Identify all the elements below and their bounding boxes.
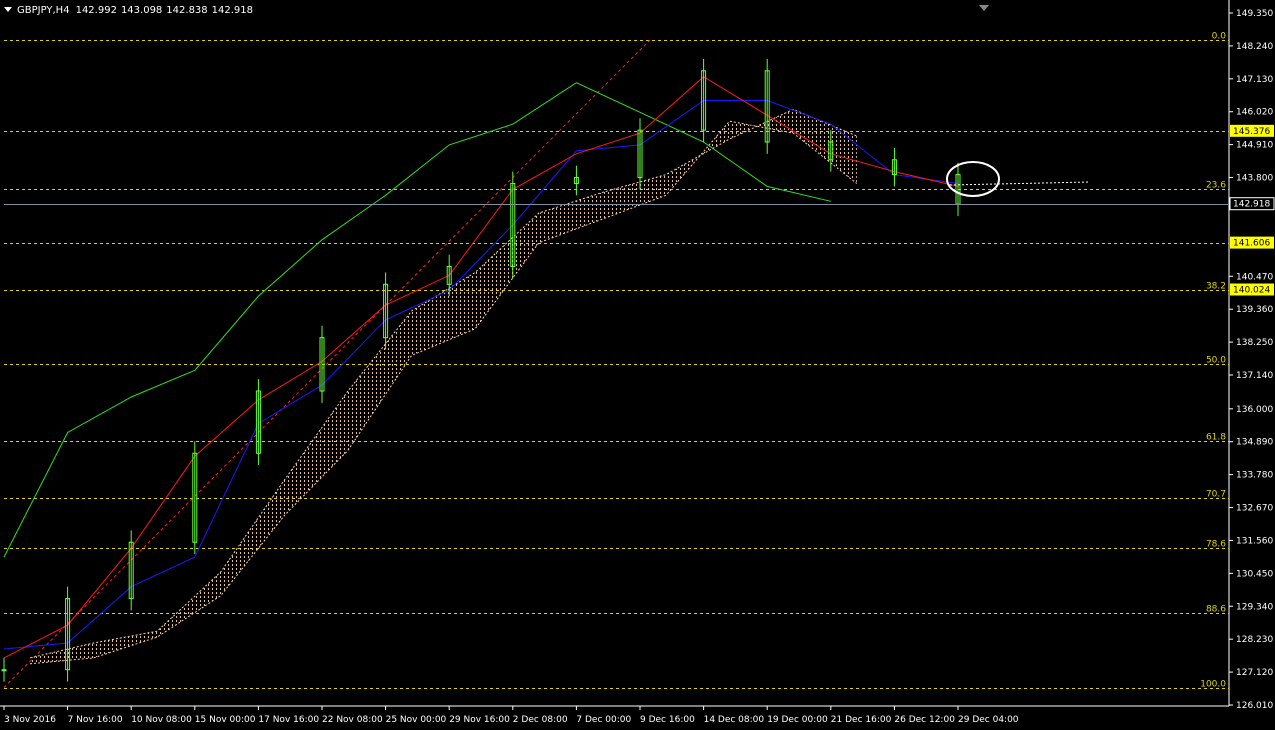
price-tick-label: 127.120 [1236, 668, 1273, 678]
price-tick-label: 138.250 [1236, 338, 1273, 348]
fibo-level-label: 70.7 [1206, 490, 1226, 500]
projection-line[interactable] [949, 181, 1091, 186]
fibo-price-tag: 141.606 [1230, 236, 1274, 249]
candle[interactable] [637, 118, 643, 190]
time-tick-label: 26 Dec 12:00 [894, 715, 955, 725]
price-tick-label: 130.450 [1236, 569, 1273, 579]
price-tick-label: 128.230 [1236, 635, 1273, 645]
candle[interactable] [65, 586, 71, 682]
tenkan-sen-line [3, 76, 959, 659]
time-tick-label: 17 Nov 16:00 [258, 715, 319, 725]
current-price-tag: 142.918 [1229, 197, 1275, 211]
chart-window[interactable]: GBPJPY,H4 142.992 143.098 142.838 142.918 0.… [0, 0, 1275, 730]
time-tick-label: 2 Dec 08:00 [513, 715, 568, 725]
candle[interactable] [1, 657, 7, 682]
fibo-level-label: 88.6 [1206, 605, 1226, 615]
candle[interactable] [383, 272, 389, 350]
fibo-price-tag: 140.024 [1230, 283, 1274, 296]
price-tick-label: 140.470 [1236, 272, 1273, 282]
senkou-span-b-line [29, 120, 858, 665]
svg-text:141.606: 141.606 [1233, 239, 1270, 249]
fibo-level-label: 50.0 [1206, 356, 1226, 366]
candle[interactable] [255, 379, 261, 466]
price-tick-label: 139.360 [1236, 305, 1273, 315]
time-tick-label: 14 Dec 08:00 [704, 715, 765, 725]
fibo-level-label: 78.6 [1206, 540, 1226, 550]
fibo-level-label: 100.0 [1200, 680, 1226, 690]
svg-text:142.918: 142.918 [1233, 200, 1270, 210]
ichimoku-cloud [30, 109, 857, 664]
svg-text:140.024: 140.024 [1233, 286, 1270, 296]
price-tick-label: 131.560 [1236, 536, 1273, 546]
price-tick-label: 144.910 [1236, 141, 1273, 151]
fibo-price-tag: 145.376 [1230, 124, 1274, 137]
price-tick-label: 148.240 [1236, 42, 1273, 52]
price-tick-label: 134.890 [1236, 438, 1273, 448]
fibo-level-label: 23.6 [1206, 181, 1226, 191]
time-tick-label: 9 Dec 16:00 [640, 715, 695, 725]
price-tick-label: 137.140 [1236, 371, 1273, 381]
price-tick-label: 147.130 [1236, 75, 1273, 85]
fibo-trend-line[interactable] [3, 39, 651, 688]
price-tick-label: 133.780 [1236, 471, 1273, 481]
fibo-level-label: 38.2 [1206, 282, 1226, 292]
candle[interactable] [128, 530, 134, 611]
chart-shift-marker-icon[interactable] [979, 5, 989, 11]
price-tick-label: 132.670 [1236, 504, 1273, 514]
time-tick-label: 21 Dec 16:00 [831, 715, 892, 725]
time-tick-label: 10 Nov 08:00 [131, 715, 192, 725]
price-tick-label: 143.800 [1236, 174, 1273, 184]
time-tick-label: 22 Nov 08:00 [322, 715, 383, 725]
fibo-level-label: 0.0 [1212, 32, 1227, 42]
time-tick-label: 29 Dec 04:00 [958, 715, 1019, 725]
candle[interactable] [764, 58, 770, 154]
candle[interactable] [891, 147, 897, 187]
price-tick-label: 126.010 [1236, 701, 1273, 711]
time-tick-label: 29 Nov 16:00 [449, 715, 510, 725]
time-tick-label: 7 Dec 00:00 [576, 715, 631, 725]
time-tick-label: 19 Dec 00:00 [767, 715, 828, 725]
time-tick-label: 25 Nov 00:00 [386, 715, 447, 725]
kijun-sen-line [3, 100, 959, 650]
price-chart[interactable]: 0.0 23.6 38.2 50.0 61.8 70.7 78.6 88.6 100.0 149… [0, 0, 1275, 730]
highlight-circle[interactable] [946, 161, 1000, 197]
time-tick-label: 15 Nov 00:00 [195, 715, 256, 725]
fibo-level-label: 61.8 [1206, 433, 1226, 443]
svg-text:145.376: 145.376 [1233, 127, 1270, 137]
price-tick-label: 146.020 [1236, 108, 1273, 118]
candle[interactable] [573, 165, 579, 196]
price-tick-label: 136.000 [1236, 405, 1273, 415]
price-tick-label: 149.350 [1236, 9, 1273, 19]
price-tick-label: 129.340 [1236, 602, 1273, 612]
time-tick-label: 7 Nov 16:00 [68, 715, 123, 725]
time-tick-label: 3 Nov 2016 [4, 715, 56, 725]
